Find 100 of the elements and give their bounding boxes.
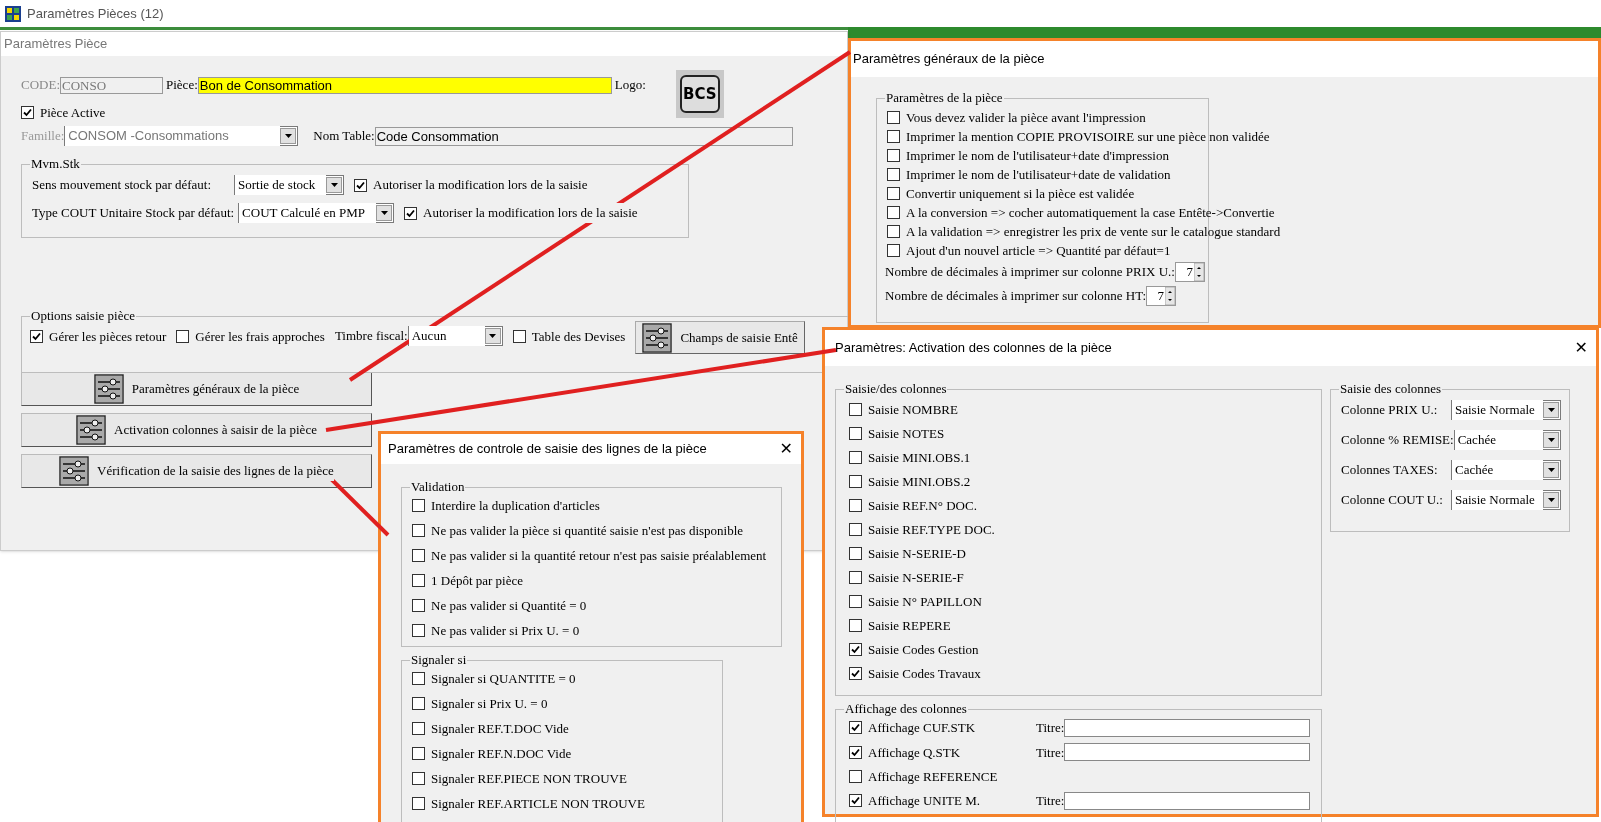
checkbox-label: Ne pas valider la pièce si quantité saisie n'est pas disponible [431,521,744,540]
checkbox[interactable] [849,403,862,416]
checkbox[interactable] [404,206,418,220]
checkbox-label: Affichage REFERENCE [868,767,998,786]
settings-button[interactable]: Activation colonnes à saisir de la pièce [21,413,372,447]
checkbox[interactable] [887,111,900,124]
checkbox-label: Gérer les pièces retour [49,327,167,346]
checkbox[interactable] [412,722,425,735]
checkbox-label: Saisie Codes Travaux [868,664,981,683]
checkbox[interactable] [30,330,43,343]
dropdown[interactable]: Saisie Normale [1451,400,1561,420]
checkbox[interactable] [849,667,862,680]
spin-arrows-icon [1165,287,1176,305]
field-label: Colonnes TAXES: [1341,461,1438,480]
checkbox-label: Saisie REPERE [868,616,951,635]
checkbox[interactable] [887,187,900,200]
checkbox[interactable] [849,794,862,808]
dropdown-arrow-icon [1547,438,1555,442]
settings-button[interactable]: Paramètres généraux de la pièce [21,372,372,406]
checkbox[interactable] [849,619,862,632]
checkbox-label: Saisie NOTES [868,424,945,443]
checkbox[interactable] [849,499,862,512]
checkbox-label: Signaler REF.ARTICLE NON TROUVE [431,794,645,813]
checkbox[interactable] [412,772,425,785]
spin-box[interactable]: 7 [1174,262,1205,282]
checkbox[interactable] [849,547,862,560]
dropdown-arrow-icon [330,183,338,187]
checkbox[interactable] [412,549,425,562]
checkbox[interactable] [849,571,862,584]
checkbox[interactable] [887,168,900,181]
dropdown[interactable]: Cachée [1451,460,1561,480]
checkbox-label: 1 Dépôt par pièce [431,571,524,590]
checkbox[interactable] [412,624,425,637]
dropdown-arrow-icon [1547,468,1555,472]
checkbox[interactable] [849,721,862,735]
checkbox[interactable] [412,524,425,537]
spin-box[interactable]: 7 [1146,286,1177,306]
title-field[interactable] [1064,743,1311,762]
checkbox[interactable] [176,330,190,343]
checkbox[interactable] [849,770,862,783]
dropdown-arrow-icon [1547,408,1555,412]
checkbox[interactable] [412,747,425,760]
checkbox-label: Ne pas valider si Quantité = 0 [431,596,587,615]
title-field[interactable] [1064,718,1311,737]
checkbox[interactable] [412,499,425,512]
checkbox[interactable] [849,427,862,440]
checkbox-label: Signaler REF.N.DOC Vide [431,744,572,763]
checkbox[interactable] [849,745,862,759]
checkbox[interactable] [354,178,367,192]
checkbox-label: Saisie N-SERIE-F [868,568,964,587]
checkbox-label: Signaler si QUANTITE = 0 [431,669,576,688]
checkbox[interactable] [887,149,900,162]
dropdown[interactable]: Sortie de stock [234,175,344,195]
checkbox[interactable] [21,106,34,119]
title-field[interactable] [1064,791,1311,810]
field-label: Colonne PRIX U.: [1341,401,1438,420]
dropdown[interactable]: COUT Calculé en PMP [238,203,395,223]
checkbox-label: Saisie Codes Gestion [868,640,979,659]
code-field[interactable]: CONSO [60,76,163,94]
spin-arrows-icon [1193,263,1204,281]
checkbox-label: Ne pas valider si la quantité retour n'est pas saisie préalablement [431,546,767,565]
dropdown[interactable]: Saisie Normale [1451,490,1561,510]
field-label: Nombre de décimales à imprimer sur colonne PRIX U.: [885,263,1175,282]
checkbox[interactable] [849,523,862,536]
field-label: Type COUT Unitaire Stock par défaut: [32,204,235,223]
field-label: Logo: [614,76,646,95]
app-icon [5,5,21,22]
checkbox[interactable] [849,643,862,656]
piece-field[interactable]: Bon de Consommation [197,76,612,94]
text-field[interactable]: Code Consommation [374,126,793,146]
settings-button[interactable]: Vérification de la saisie des lignes de la pièce [21,454,372,488]
checkbox[interactable] [887,206,900,219]
checkbox[interactable] [412,797,425,810]
checkbox-label: Saisie N° PAPILLON [868,592,982,611]
checkbox[interactable] [412,697,425,710]
dropdown[interactable]: Aucun [407,326,503,346]
close-button[interactable]: ✕ [779,441,793,457]
close-button[interactable]: ✕ [1574,340,1588,356]
checkbox[interactable] [887,244,900,257]
checkbox[interactable] [412,599,425,612]
checkbox-label: Signaler REF.T.DOC Vide [431,719,569,738]
checkbox-label: Imprimer le nom de l'utilisateur+date d'impression [906,146,1169,165]
checkbox[interactable] [849,595,862,608]
checkbox[interactable] [412,672,425,685]
sliders-icon [642,322,673,353]
checkbox[interactable] [512,330,526,343]
field-label: Nom Table: [313,127,375,146]
checkbox[interactable] [887,225,900,238]
checkbox[interactable] [849,451,862,464]
window-title: Paramètres Pièce [4,35,108,54]
champs-button[interactable]: Champs de saisie Entê [635,321,805,354]
dropdown[interactable]: Cachée [1453,430,1561,450]
dropdown-arrow-icon [380,211,388,215]
checkbox[interactable] [849,475,862,488]
checkbox-label: Pièce Active [40,103,106,122]
checkbox-label: Gérer les frais approches [195,327,325,346]
checkbox-label: Affichage CUF.STK [868,719,976,737]
checkbox[interactable] [887,130,900,143]
checkbox[interactable] [412,574,425,587]
dropdown-arrow-icon [489,334,497,338]
